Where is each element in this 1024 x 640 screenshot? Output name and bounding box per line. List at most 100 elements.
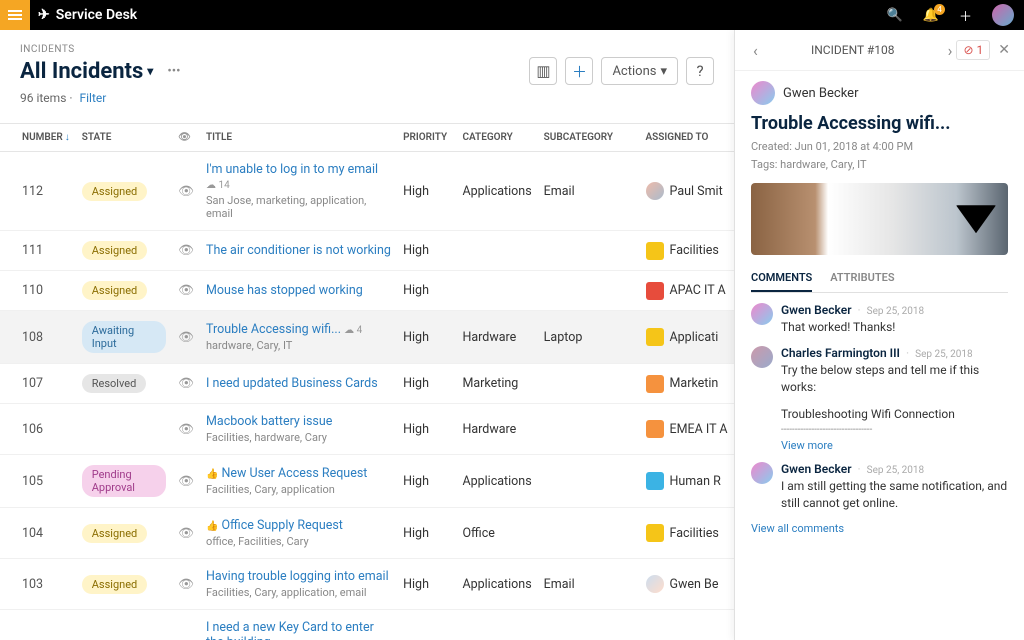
table-row[interactable]: 106👁Macbook battery issue Facilities, ha… bbox=[0, 404, 734, 455]
cell-title: 👍New User Access Request Facilities, Car… bbox=[200, 455, 397, 508]
priority-badge[interactable]: ⊘1 bbox=[956, 40, 990, 60]
close-panel-button[interactable]: ✕ bbox=[998, 42, 1010, 58]
plus-icon[interactable]: ＋ bbox=[959, 6, 972, 25]
more-menu[interactable]: ••• bbox=[167, 64, 180, 79]
incident-link[interactable]: Macbook battery issue bbox=[206, 414, 332, 429]
help-button[interactable]: ? bbox=[686, 57, 714, 85]
commenter-avatar bbox=[751, 303, 773, 325]
comment-text: That worked! Thanks! bbox=[781, 319, 1008, 336]
assignee-name: Marketin bbox=[670, 376, 719, 391]
cell-category: Hardware bbox=[456, 311, 537, 364]
columns-button[interactable]: ▥ bbox=[529, 57, 557, 85]
cell-assignee: APAC IT A bbox=[640, 271, 735, 311]
cell-visibility[interactable]: 👁 bbox=[172, 271, 200, 311]
cell-visibility[interactable]: 👁 bbox=[172, 610, 200, 640]
table-row[interactable]: 104 Assigned 👁👍Office Supply Request offic… bbox=[0, 508, 734, 559]
col-subcategory[interactable]: SUBCATEGORY bbox=[538, 124, 640, 152]
cell-visibility[interactable]: 👁 bbox=[172, 231, 200, 271]
cell-number: 104 bbox=[0, 508, 76, 559]
table-row[interactable]: 102On Hold👁I need a new Key Card to ente… bbox=[0, 610, 734, 640]
cell-assignee: Gwen Be bbox=[640, 559, 735, 610]
col-title[interactable]: TITLE bbox=[200, 124, 397, 152]
bell-icon[interactable]: 🔔4 bbox=[923, 8, 939, 23]
incident-link[interactable]: Mouse has stopped working bbox=[206, 283, 363, 298]
col-state[interactable]: STATE bbox=[76, 124, 172, 152]
cell-assignee: Facilities bbox=[640, 508, 735, 559]
col-assigned[interactable]: ASSIGNED TO bbox=[640, 124, 735, 152]
status-badge: Assigned bbox=[82, 524, 148, 543]
prev-incident-button[interactable]: ‹ bbox=[753, 41, 758, 60]
tab-attributes[interactable]: ATTRIBUTES bbox=[830, 265, 894, 292]
cell-visibility[interactable]: 👁 bbox=[172, 311, 200, 364]
chevron-down-icon: ▾ bbox=[660, 64, 667, 79]
table-row[interactable]: 108Awaiting Input👁Trouble Accessing wifi… bbox=[0, 311, 734, 364]
table-row[interactable]: 105Pending Approval👁👍New User Access Req… bbox=[0, 455, 734, 508]
app-logo: ✈ Service Desk bbox=[38, 7, 137, 23]
view-all-comments-link[interactable]: View all comments bbox=[751, 522, 1008, 535]
cell-subcategory: Email bbox=[538, 152, 640, 231]
table-row[interactable]: 112 Assigned 👁 I'm unable to log in to my e… bbox=[0, 152, 734, 231]
status-badge: Assigned bbox=[82, 182, 148, 201]
cell-visibility[interactable]: 👁 bbox=[172, 152, 200, 231]
cell-visibility[interactable]: 👁 bbox=[172, 404, 200, 455]
filter-link[interactable]: Filter bbox=[79, 91, 106, 105]
cell-number: 108 bbox=[0, 311, 76, 364]
actions-dropdown[interactable]: Actions ▾ bbox=[601, 57, 678, 85]
cell-title: 👍Office Supply Request office, Facilitie… bbox=[200, 508, 397, 559]
cell-priority: High bbox=[397, 152, 456, 231]
user-avatar[interactable] bbox=[992, 4, 1014, 26]
cell-visibility[interactable]: 👁 bbox=[172, 559, 200, 610]
incident-link[interactable]: Trouble Accessing wifi... bbox=[206, 322, 341, 337]
cell-category: Applications bbox=[456, 559, 537, 610]
table-row[interactable]: 103Assigned👁Having trouble logging into … bbox=[0, 559, 734, 610]
cell-subcategory bbox=[538, 364, 640, 404]
incident-link[interactable]: I need a new Key Card to enter the build… bbox=[206, 620, 374, 640]
status-badge: Assigned bbox=[82, 281, 148, 300]
incident-link[interactable]: Office Supply Request bbox=[221, 518, 342, 533]
col-number[interactable]: NUMBER↓ bbox=[0, 124, 76, 152]
commenter-avatar bbox=[751, 462, 773, 484]
comment: Gwen Becker · Sep 25, 2018That worked! T… bbox=[751, 303, 1008, 336]
col-category[interactable]: CATEGORY bbox=[456, 124, 537, 152]
incident-link[interactable]: New User Access Request bbox=[221, 466, 367, 481]
table-row[interactable]: 107Resolved👁I need updated Business Card… bbox=[0, 364, 734, 404]
incident-link[interactable]: Having trouble logging into email bbox=[206, 569, 389, 584]
wifi-icon bbox=[956, 205, 996, 233]
eye-icon: 👁 bbox=[178, 474, 194, 489]
page-title-dropdown[interactable]: All Incidents ▾ bbox=[20, 59, 153, 84]
incident-link[interactable]: I need updated Business Cards bbox=[206, 376, 378, 391]
col-priority[interactable]: PRIORITY bbox=[397, 124, 456, 152]
search-icon[interactable]: 🔍 bbox=[887, 8, 903, 23]
commenter-avatar bbox=[751, 346, 773, 368]
row-meta: hardware, Cary, IT bbox=[206, 339, 391, 352]
incident-title: Trouble Accessing wifi... bbox=[751, 113, 1008, 134]
cell-visibility[interactable]: 👁 bbox=[172, 508, 200, 559]
cell-visibility[interactable]: 👁 bbox=[172, 364, 200, 404]
cell-number: 111 bbox=[0, 231, 76, 271]
cell-state: Assigned bbox=[76, 271, 172, 311]
page-title: All Incidents bbox=[20, 59, 143, 84]
table-row[interactable]: 110Assigned👁Mouse has stopped working Hi… bbox=[0, 271, 734, 311]
incident-link[interactable]: I'm unable to log in to my email bbox=[206, 162, 378, 177]
table-row[interactable]: 111Assigned👁The air conditioner is not w… bbox=[0, 231, 734, 271]
item-count: 96 items bbox=[20, 91, 66, 105]
assignee-avatar bbox=[646, 328, 664, 346]
cell-title: I need a new Key Card to enter the build… bbox=[200, 610, 397, 640]
comment-count: ☁ 14 bbox=[206, 180, 230, 191]
cell-assignee: Marketin bbox=[640, 364, 735, 404]
assignee-name: EMEA IT A bbox=[670, 422, 728, 437]
tab-comments[interactable]: COMMENTS bbox=[751, 265, 812, 292]
incident-link[interactable]: The air conditioner is not working bbox=[206, 243, 391, 258]
comment-date: Sep 25, 2018 bbox=[867, 465, 925, 476]
row-meta: Facilities, Cary, application, email bbox=[206, 586, 391, 599]
cell-number: 112 bbox=[0, 152, 76, 231]
commenter-name: Gwen Becker bbox=[781, 462, 852, 476]
cell-category: Office bbox=[456, 508, 537, 559]
eye-icon: 👁 bbox=[178, 283, 194, 298]
view-more-link[interactable]: View more bbox=[781, 439, 1008, 452]
next-incident-button[interactable]: › bbox=[948, 41, 953, 60]
add-button[interactable]: ＋ bbox=[565, 57, 593, 85]
hamburger-menu[interactable] bbox=[0, 0, 30, 30]
comment-date: Sep 25, 2018 bbox=[915, 349, 973, 360]
cell-visibility[interactable]: 👁 bbox=[172, 455, 200, 508]
